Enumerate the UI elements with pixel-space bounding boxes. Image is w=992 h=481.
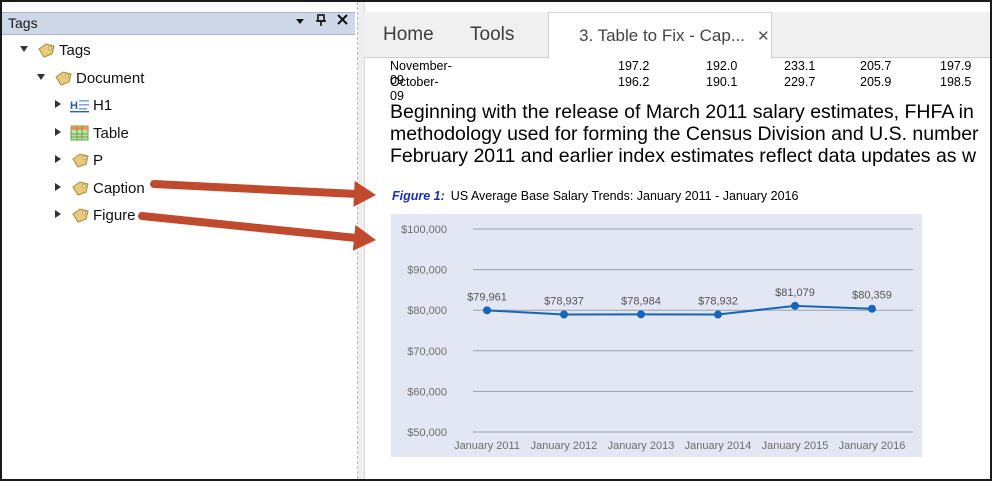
table-cell: 198.5 [940,75,972,89]
tree-item-figure[interactable]: Figure [52,204,136,226]
document-area: Home Tools 3. Table to Fix - Cap... ✕ No… [358,2,990,479]
data-label: $79,961 [467,291,507,303]
tags-panel-title: Tags [8,15,38,31]
close-panel-icon[interactable] [334,14,350,28]
x-tick-label: January 2016 [839,440,906,452]
tag-icon [36,42,56,58]
table-cell: 233.1 [784,59,816,73]
y-tick-label: $60,000 [407,386,447,398]
table-cell: 205.9 [860,75,892,89]
data-point [714,310,722,319]
caption-text: US Average Base Salary Trends: January 2… [450,189,799,203]
table-cell: 192.0 [706,59,738,73]
collapsed-caret-icon[interactable] [52,127,64,140]
tag-icon [70,180,90,196]
tab-document-label: 3. Table to Fix - Cap... [579,26,745,45]
tag-icon [53,70,73,86]
data-label: $78,984 [621,295,661,307]
paragraph-line: Beginning with the release of March 2011… [390,101,974,123]
data-point [483,306,491,315]
table-cell: 229.7 [784,75,816,89]
tag-icon [70,207,90,223]
data-label: $81,079 [775,287,815,299]
tree-item-label: Caption [93,179,145,197]
table-cell: 196.2 [618,75,650,89]
collapsed-caret-icon[interactable] [52,154,64,167]
figure-label: Figure 1: [392,189,445,203]
tree-item-label: Tags [59,41,91,59]
data-point [560,310,568,319]
table-cell: 197.9 [940,59,972,73]
data-point [791,301,799,310]
tree-item-label: Document [76,69,145,87]
tab-tools[interactable]: Tools [470,12,514,57]
expanded-caret-icon[interactable] [35,73,47,84]
tree-item-table[interactable]: Table [52,122,129,144]
table-cell: 190.1 [706,75,738,89]
tags-panel-header: Tags [2,12,355,35]
collapsed-caret-icon[interactable] [52,209,64,222]
tree-item-document[interactable]: Document [35,67,144,89]
table-cell: 205.7 [860,59,892,73]
tab-home[interactable]: Home [383,12,434,57]
data-point [637,310,645,319]
tree-item-h1[interactable]: H H1 [52,94,112,116]
collapsed-caret-icon[interactable] [52,182,64,195]
collapsed-caret-icon[interactable] [52,99,64,112]
table-cell: 197.2 [618,59,650,73]
panel-menu-icon[interactable] [292,14,308,28]
paragraph-line: methodology used for forming the Census … [390,123,979,145]
tree-item-tags[interactable]: Tags [18,39,91,61]
data-point [868,304,876,313]
tree-item-label: Figure [93,206,136,224]
y-tick-label: $100,000 [401,224,447,236]
tree-item-p[interactable]: P [52,149,103,171]
y-tick-label: $50,000 [407,427,447,439]
heading-icon: H [70,97,90,113]
x-tick-label: January 2012 [531,440,598,452]
tree-item-label: P [93,151,104,169]
tag-icon [70,152,90,168]
data-label: $80,359 [852,290,892,302]
tags-panel: Tags Tags Document H H1 Table P Caption Figure [2,2,358,479]
x-tick-label: January 2011 [454,440,520,452]
data-label: $78,932 [698,296,738,308]
table-cell: October-09 [390,75,439,103]
y-tick-label: $80,000 [407,305,447,317]
y-tick-label: $90,000 [407,265,447,277]
figure-caption: Figure 1: US Average Base Salary Trends: … [392,189,798,203]
chart-svg: $100,000 $90,000 $80,000 $70,000 $60,000 $50,… [401,224,913,452]
tab-close-icon[interactable]: ✕ [757,27,770,45]
pin-icon[interactable] [313,14,329,30]
body-paragraph: Beginning with the release of March 2011… [390,101,979,167]
tree-item-label: H1 [93,96,113,114]
tree-item-caption[interactable]: Caption [52,177,145,199]
expanded-caret-icon[interactable] [18,45,30,56]
x-tick-label: January 2013 [608,440,675,452]
tree-item-label: Table [93,124,129,142]
table-icon [70,125,90,141]
paragraph-line: February 2011 and earlier index estimate… [390,145,977,167]
svg-text:H: H [70,100,78,112]
data-label: $78,937 [544,296,584,308]
tab-document[interactable]: 3. Table to Fix - Cap... ✕ [548,12,772,59]
document-content: November-09 197.2 192.0 233.1 205.7 197.… [364,58,990,479]
y-tick-label: $70,000 [407,346,447,358]
salary-chart: $100,000 $90,000 $80,000 $70,000 $60,000 $50,… [391,214,922,457]
screenshot-frame: Tags Tags Document H H1 Table P Caption Figure … [0,0,992,481]
tab-bar: Home Tools 3. Table to Fix - Cap... ✕ [364,12,990,59]
x-tick-label: January 2014 [685,440,752,452]
x-tick-label: January 2015 [762,440,829,452]
